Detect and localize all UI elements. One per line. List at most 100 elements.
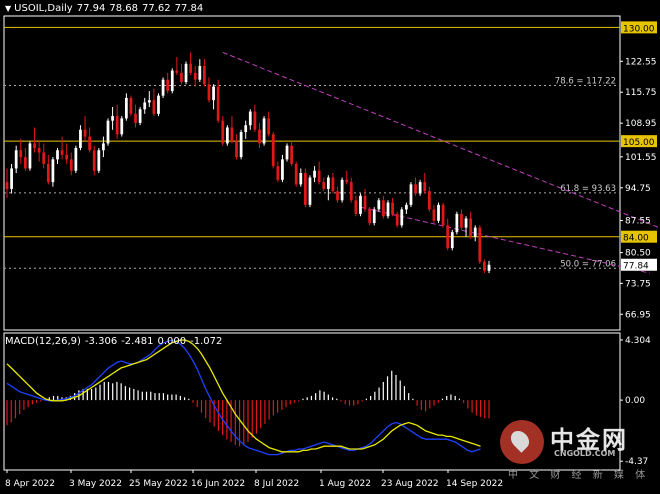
candle-body: [92, 150, 96, 171]
channel-lower: [360, 206, 650, 274]
fib-label-0: 78.6 = 117.22: [555, 77, 616, 87]
candle-body: [354, 200, 358, 214]
macd-label: MACD(12,26,9): [5, 336, 81, 347]
candle-body: [115, 116, 119, 135]
chart-frame: [3, 15, 621, 471]
candle-body: [409, 184, 413, 205]
candle-body: [322, 182, 326, 189]
candle-body: [28, 143, 32, 169]
price-tick-label: 122.55: [625, 57, 657, 67]
candle-body: [395, 213, 399, 226]
price-tick-label: 66.95: [625, 310, 651, 320]
candle-body: [262, 118, 266, 144]
price-panel-border: [3, 15, 621, 331]
price-tick-label: 115.75: [625, 88, 657, 98]
watermark-en: CNGOLD.COM: [554, 449, 616, 458]
macd-value-3: 0.000: [157, 336, 187, 347]
candle-body: [363, 195, 367, 210]
watermark: 中金网 CNGOLD.COM 中 文 财 经 新 媒 体: [500, 418, 660, 481]
time-axis: 8 Apr 2022 3 May 2022 25 May 2022 16 Jun 20…: [5, 470, 503, 489]
candle-body: [79, 129, 82, 148]
candle-body: [37, 147, 41, 153]
candle-body: [120, 118, 124, 135]
candle-body: [46, 163, 50, 183]
candle-body: [230, 127, 234, 142]
chart-header: ▼ USOIL,Daily 77.94 78.68 77.62 77.84: [5, 3, 207, 14]
candle-body: [304, 173, 307, 205]
candle-body: [464, 218, 468, 228]
candle-body: [143, 102, 147, 110]
cngold-logo-icon: [500, 420, 544, 464]
price-tick-label: 87.55: [625, 217, 651, 227]
candle-body: [51, 159, 55, 183]
candle-body: [418, 182, 422, 194]
candle-body: [455, 213, 459, 233]
candle-body: [313, 170, 316, 178]
candle-body: [271, 134, 275, 167]
candle-body: [180, 72, 183, 82]
time-tick-label: 25 May 2022: [129, 479, 188, 489]
candle-body: [225, 127, 229, 144]
macd-tick-label: 4.304: [625, 336, 651, 346]
candle-body: [23, 157, 27, 169]
candle-body: [60, 150, 64, 155]
macd-value-2: -2.481: [121, 336, 154, 347]
candle-body: [469, 218, 473, 237]
candle-body: [65, 154, 69, 160]
candle-body: [248, 111, 252, 126]
candle-body: [267, 118, 271, 135]
candle-body: [235, 141, 238, 158]
candle-body: [382, 200, 385, 217]
price-tick-label: 94.75: [625, 184, 651, 194]
candle-body: [487, 264, 491, 271]
candle-body: [106, 120, 110, 144]
candle-body: [281, 159, 284, 180]
candle-body: [446, 225, 450, 249]
candle-body: [166, 79, 170, 92]
candle-body: [437, 204, 440, 221]
fib-label-2: 50.0 = 77.06: [560, 259, 616, 269]
candle-body: [138, 109, 142, 123]
candle-body: [56, 150, 59, 160]
candle-body: [349, 182, 353, 201]
candle-body: [432, 209, 436, 221]
symbol-label: USOIL,Daily: [14, 3, 73, 14]
horizontal-levels: [4, 26, 620, 238]
watermark-sub: 中 文 财 经 新 媒 体: [508, 470, 650, 481]
price-axis: 130.00 105.00 84.00 77.84 122.55 115.75 108.95…: [620, 21, 657, 320]
candle-body: [460, 213, 463, 228]
candle-body: [184, 63, 188, 82]
candle-body: [157, 95, 160, 114]
candle-body: [161, 79, 165, 96]
candle-body: [473, 227, 477, 237]
time-tick-label: 3 May 2022: [69, 479, 122, 489]
current-price-tag: 77.84: [623, 262, 649, 272]
candle-body: [33, 143, 36, 148]
macd-header: MACD(12,26,9) -3.306 -2.481 0.000 -1.072: [5, 336, 226, 347]
candle-body: [331, 177, 335, 192]
candle-body: [42, 152, 46, 164]
time-tick-label: 8 Jul 2022: [254, 479, 299, 489]
candle-body: [359, 195, 362, 214]
fib-label-1: 61.8 = 93.63: [560, 184, 616, 194]
candle-body: [14, 150, 18, 169]
candle-body: [326, 177, 330, 189]
candle-body: [290, 145, 293, 164]
high-value: 78.68: [109, 3, 138, 14]
price-tick-label: 80.50: [625, 249, 651, 259]
level-tag-2: 84.00: [623, 234, 649, 244]
candle-body: [294, 163, 298, 185]
level-tag-1: 105.00: [623, 138, 655, 148]
candle-body: [276, 166, 280, 180]
candle-body: [368, 209, 372, 224]
candle-body: [391, 202, 394, 214]
candle-body: [386, 202, 390, 217]
dropdown-triangle-icon[interactable]: ▼: [5, 4, 11, 13]
candle-body: [147, 100, 151, 103]
candle-body: [404, 204, 408, 210]
candle-body: [5, 182, 9, 189]
candle-body: [175, 70, 179, 73]
time-tick-label: 1 Aug 2022: [319, 479, 371, 489]
candle-body: [74, 147, 78, 171]
candle-body: [88, 136, 92, 151]
